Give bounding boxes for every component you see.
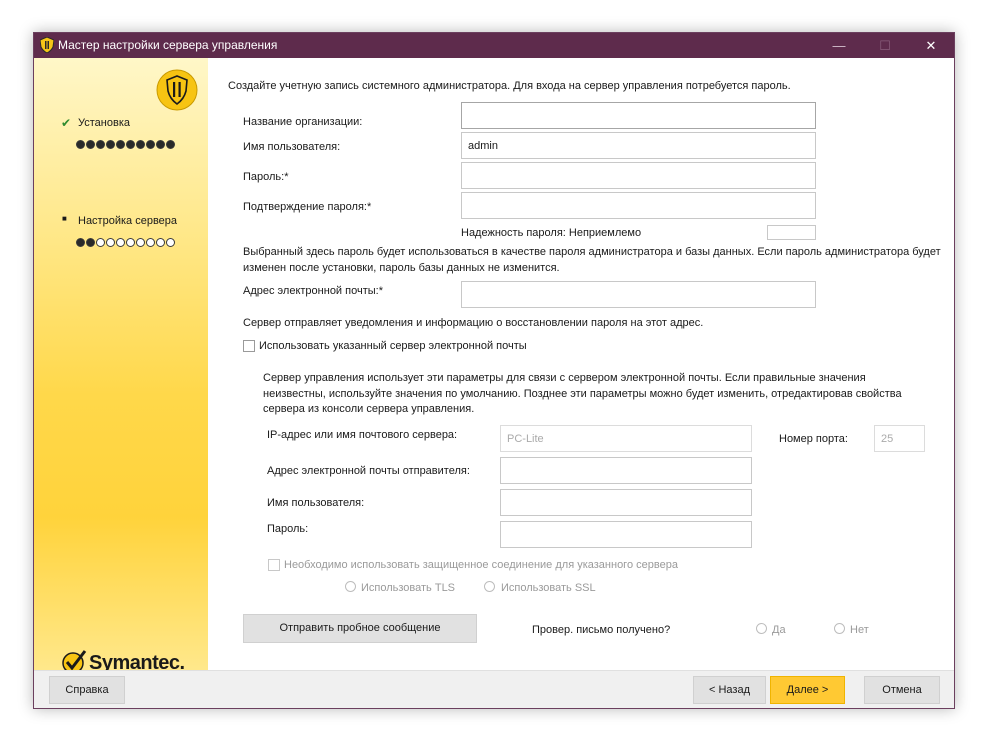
mail-desc-line1: Сервер управления использует эти парамет… — [263, 372, 866, 384]
received-no-label[interactable]: Нет — [850, 624, 869, 636]
mail-username-label: Имя пользователя: — [267, 497, 365, 509]
password-input[interactable] — [461, 162, 816, 189]
progress-dot-complete — [86, 140, 95, 149]
step-server-config-progress — [76, 238, 175, 247]
help-button[interactable]: Справка — [49, 676, 125, 704]
ssl-label[interactable]: Использовать SSL — [501, 582, 596, 594]
ssl-radio[interactable] — [484, 581, 495, 592]
mail-server-label: IP-адрес или имя почтового сервера: — [267, 429, 458, 441]
test-received-label: Провер. письмо получено? — [532, 624, 671, 636]
sender-email-input[interactable] — [500, 457, 752, 484]
progress-dot-pending — [116, 238, 125, 247]
org-name-input[interactable] — [461, 102, 816, 129]
org-name-label: Название организации: — [243, 116, 363, 128]
progress-dot-pending — [96, 238, 105, 247]
progress-dot-complete — [76, 238, 85, 247]
progress-dot-pending — [156, 238, 165, 247]
back-button[interactable]: < Назад — [693, 676, 766, 704]
minimize-button[interactable]: — — [816, 33, 862, 58]
progress-dot-complete — [116, 140, 125, 149]
password-strength-label: Надежность пароля: Неприемлемо — [461, 227, 642, 239]
progress-dot-complete — [76, 140, 85, 149]
received-yes-radio[interactable] — [756, 623, 767, 634]
progress-dot-pending — [106, 238, 115, 247]
progress-dot-complete — [156, 140, 165, 149]
title-bar[interactable]: Мастер настройки сервера управления — ☐ … — [34, 33, 954, 58]
password-label: Пароль:* — [243, 171, 289, 183]
progress-dot-complete — [106, 140, 115, 149]
email-input[interactable] — [461, 281, 816, 308]
mail-password-input[interactable] — [500, 521, 752, 548]
step-server-config-label: Настройка сервера — [78, 215, 178, 227]
use-mail-server-checkbox[interactable] — [243, 340, 255, 352]
confirm-password-label: Подтверждение пароля:* — [243, 201, 372, 213]
close-button[interactable]: ✕ — [908, 33, 954, 58]
progress-dot-complete — [86, 238, 95, 247]
received-no-radio[interactable] — [834, 623, 845, 634]
window-title: Мастер настройки сервера управления — [58, 38, 278, 52]
step-install-label: Установка — [78, 117, 130, 129]
send-test-message-button[interactable]: Отправить пробное сообщение — [243, 614, 477, 643]
password-strength-meter — [767, 225, 816, 240]
cancel-button[interactable]: Отмена — [864, 676, 940, 704]
progress-dot-pending — [166, 238, 175, 247]
progress-dot-complete — [96, 140, 105, 149]
username-label: Имя пользователя: — [243, 141, 341, 153]
secure-connection-checkbox[interactable] — [268, 559, 280, 571]
wizard-footer: Справка < Назад Далее > Отмена — [34, 670, 954, 708]
mail-desc-line3: сервера из консоли сервера управления. — [263, 403, 475, 415]
confirm-password-input[interactable] — [461, 192, 816, 219]
close-icon: ✕ — [925, 38, 937, 53]
mail-username-input[interactable] — [500, 489, 752, 516]
minimize-icon: — — [832, 38, 846, 53]
current-step-icon: ■ — [62, 214, 67, 223]
email-note: Сервер отправляет уведомления и информац… — [243, 317, 704, 329]
tls-label[interactable]: Использовать TLS — [361, 582, 455, 594]
password-note-line1: Выбранный здесь пароль будет использоват… — [243, 246, 941, 258]
progress-dot-pending — [126, 238, 135, 247]
use-mail-server-label[interactable]: Использовать указанный сервер электронно… — [259, 340, 527, 352]
progress-dot-complete — [146, 140, 155, 149]
port-label: Номер порта: — [779, 433, 848, 445]
progress-dot-complete — [166, 140, 175, 149]
secure-connection-label[interactable]: Необходимо использовать защищенное соеди… — [284, 559, 678, 571]
shield-app-icon — [40, 37, 54, 53]
password-note-line2: изменен после установки, пароль базы дан… — [243, 262, 560, 274]
progress-dot-pending — [146, 238, 155, 247]
tls-radio[interactable] — [345, 581, 356, 592]
mail-server-input[interactable] — [500, 425, 752, 452]
port-input[interactable] — [874, 425, 925, 452]
mail-desc-line2: неизвестны, используйте значения по умол… — [263, 388, 902, 400]
setup-wizard-window: Мастер настройки сервера управления — ☐ … — [33, 32, 955, 709]
intro-text: Создайте учетную запись системного админ… — [228, 80, 791, 92]
step-install-progress — [76, 140, 175, 149]
next-button[interactable]: Далее > — [770, 676, 845, 704]
progress-dot-pending — [136, 238, 145, 247]
progress-dot-complete — [126, 140, 135, 149]
progress-dot-complete — [136, 140, 145, 149]
shield-logo-icon — [156, 69, 198, 111]
maximize-icon: ☐ — [879, 38, 891, 53]
checkmark-icon: ✔ — [61, 116, 72, 130]
mail-password-label: Пароль: — [267, 523, 309, 535]
wizard-sidebar: ✔ Установка ■ Настройка сервера Symantec… — [34, 58, 208, 674]
sender-email-label: Адрес электронной почты отправителя: — [267, 465, 470, 477]
username-input[interactable] — [461, 132, 816, 159]
received-yes-label[interactable]: Да — [772, 624, 786, 636]
email-label: Адрес электронной почты:* — [243, 285, 383, 297]
maximize-button[interactable]: ☐ — [862, 33, 908, 58]
